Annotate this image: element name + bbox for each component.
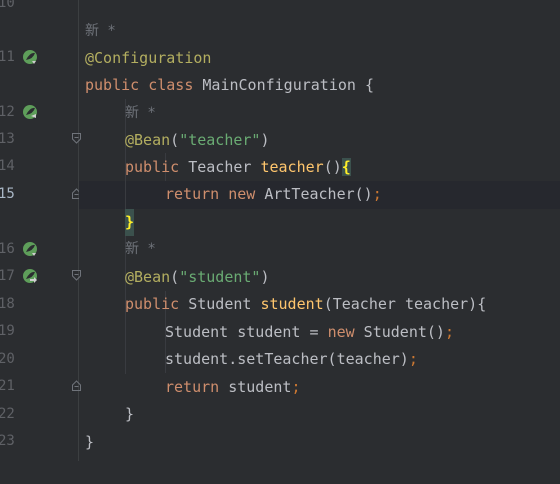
code-area[interactable]: 新 * @Configuration public class MainConf… (79, 0, 560, 461)
code-line: return student; (79, 346, 560, 396)
gutter-row: 14 (0, 153, 78, 181)
gutter-row: 15 (0, 181, 81, 209)
line-number: 10 (0, 0, 15, 11)
editor-gutter: 10 11 12 13 14 15 16 17 18 19 20 21 22 2… (0, 0, 81, 461)
gutter-row: 12 (0, 99, 78, 127)
gutter-row: 13 (0, 126, 81, 154)
gutter-row: 16 (0, 236, 78, 264)
code-line: 新 * (79, 0, 560, 39)
line-number: 14 (0, 158, 15, 174)
code-line: public class MainConfiguration { (79, 44, 560, 94)
gutter-row: 11 (0, 44, 78, 72)
line-number: 13 (0, 131, 15, 147)
spring-bean-injection-icon[interactable] (22, 268, 39, 285)
spring-bean-icon[interactable] (22, 49, 39, 66)
code-line: } (79, 181, 560, 236)
code-editor[interactable]: 10 11 12 13 14 15 16 17 18 19 20 21 22 2… (0, 0, 560, 461)
gutter-row: 23 (0, 428, 78, 456)
gutter-row: 18 (0, 291, 78, 319)
line-number: 17 (0, 268, 15, 284)
spring-bean-icon[interactable] (22, 104, 39, 121)
line-number-current: 15 (0, 186, 15, 202)
code-line: @Bean("student") (79, 236, 560, 286)
line-number: 22 (0, 406, 15, 422)
gutter-row: 19 (0, 318, 78, 346)
code-line: 新 * (79, 208, 560, 257)
code-line: } (79, 373, 560, 423)
line-number: 19 (0, 323, 15, 339)
code-line: public Student student(Teacher teacher){ (79, 263, 560, 313)
line-number: 23 (0, 433, 15, 449)
code-line: 新 * (79, 72, 560, 121)
gutter-row: 17 (0, 263, 81, 291)
gutter-row: 10 (0, 0, 78, 18)
line-number: 16 (0, 241, 15, 257)
line-number: 12 (0, 104, 15, 120)
spring-bean-icon[interactable] (22, 241, 39, 258)
line-number: 21 (0, 378, 15, 394)
line-number: 11 (0, 49, 15, 65)
code-line: student.setTeacher(teacher); (79, 318, 560, 368)
gutter-row: 22 (0, 401, 78, 429)
code-line: return new ArtTeacher(); (79, 153, 560, 203)
code-line: @Configuration (79, 17, 560, 67)
line-number: 18 (0, 296, 15, 312)
code-line: public Teacher teacher(){ (79, 126, 560, 176)
line-number: 20 (0, 351, 15, 367)
code-line: Student student = new Student(); (79, 291, 560, 341)
gutter-row: 20 (0, 346, 78, 374)
code-line: @Bean("teacher") (79, 99, 560, 149)
gutter-row: 21 (0, 373, 81, 401)
code-line: } (79, 401, 560, 451)
